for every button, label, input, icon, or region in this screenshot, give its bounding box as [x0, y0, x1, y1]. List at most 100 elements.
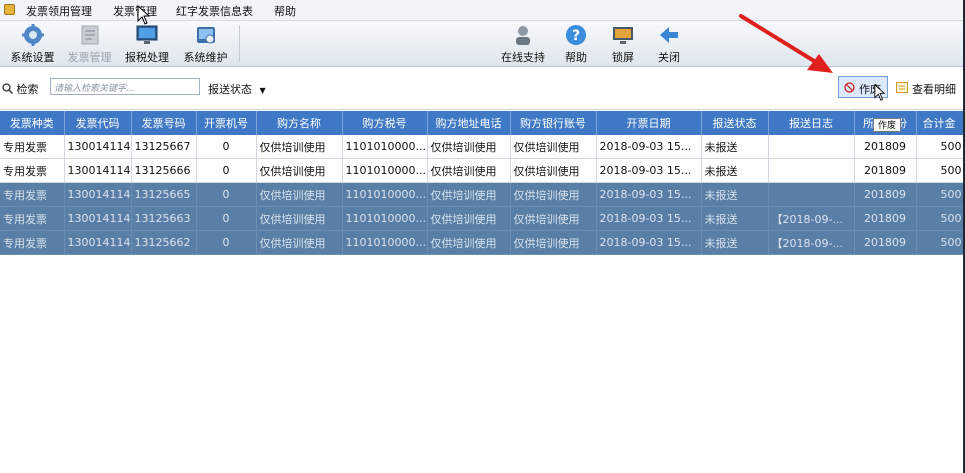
- table-cell: 0: [196, 230, 257, 255]
- col-header[interactable]: 购方银行账号: [510, 111, 597, 135]
- menu-help[interactable]: 帮助: [274, 3, 296, 19]
- search-icon: [2, 83, 14, 95]
- lock-screen-button[interactable]: 锁屏: [606, 21, 640, 66]
- view-detail-button[interactable]: 查看明细: [894, 76, 964, 98]
- col-header[interactable]: 发票种类: [0, 111, 65, 135]
- table-cell: 【2018-09-...: [768, 206, 855, 231]
- table-cell: 1101010000...: [342, 230, 428, 255]
- mouse-cursor-icon: [874, 84, 886, 101]
- table-cell: 500: [916, 158, 965, 183]
- table-cell: 13125665: [131, 182, 197, 207]
- table-cell: 1101010000...: [342, 206, 428, 231]
- table-cell: 仅供培训使用: [427, 206, 511, 231]
- table-row[interactable]: 专用发票 1300141140 13125666 0 仅供培训使用 1101010000.…: [0, 158, 965, 183]
- table-row[interactable]: 专用发票 1300141140 13125667 0 仅供培训使用 1101010000.…: [0, 135, 965, 159]
- table-cell: 1300141140: [64, 206, 132, 231]
- table-cell: 未报送: [701, 158, 769, 183]
- table-cell: 201809: [854, 206, 917, 231]
- table-cell: [768, 135, 855, 159]
- prohibit-icon: [844, 82, 855, 93]
- table-cell: 13125666: [131, 158, 197, 183]
- table-row[interactable]: 专用发票 1300141140 13125663 0 仅供培训使用 1101010000.…: [0, 206, 965, 231]
- table-cell: 0: [196, 206, 257, 231]
- table-cell: 专用发票: [0, 206, 65, 231]
- table-cell: 1101010000...: [342, 135, 428, 159]
- system-settings-label: 系统设置: [10, 51, 55, 64]
- table-cell: 仅供培训使用: [256, 206, 343, 231]
- help-button[interactable]: ? 帮助: [559, 21, 593, 66]
- table-cell: 0: [196, 158, 257, 183]
- table-row[interactable]: 专用发票 1300141140 13125665 0 仅供培训使用 1101010000.…: [0, 182, 965, 207]
- invoice-icon: [81, 25, 98, 45]
- system-settings-button[interactable]: 系统设置: [5, 21, 60, 66]
- online-support-button[interactable]: 在线支持: [497, 21, 549, 66]
- table-cell: [768, 182, 855, 207]
- tax-report-button[interactable]: 报税处理: [120, 21, 174, 66]
- col-header[interactable]: 发票代码: [64, 111, 132, 135]
- table-cell: 1300141140: [64, 182, 132, 207]
- table-cell: 仅供培训使用: [256, 135, 343, 159]
- close-button[interactable]: 关闭: [652, 21, 686, 66]
- view-detail-label: 查看明细: [912, 83, 956, 96]
- col-header[interactable]: 购方地址电话: [427, 111, 511, 135]
- maintenance-icon: [196, 27, 215, 44]
- online-support-label: 在线支持: [501, 51, 545, 64]
- table-cell: 0: [196, 135, 257, 159]
- system-maintenance-button[interactable]: 系统维护: [178, 21, 233, 66]
- col-header[interactable]: 开票机号: [196, 111, 257, 135]
- table-cell: 2018-09-03 15...: [596, 158, 702, 183]
- table-cell: 500: [916, 135, 965, 159]
- table-cell: 201809: [854, 158, 917, 183]
- table-cell: 2018-09-03 15...: [596, 182, 702, 207]
- col-header[interactable]: 合计金: [916, 111, 965, 135]
- monitor-icon: [136, 25, 158, 44]
- close-label: 关闭: [658, 51, 680, 64]
- table-cell: 2018-09-03 15...: [596, 135, 702, 159]
- table-cell: 专用发票: [0, 230, 65, 255]
- table-cell: 1300141140: [64, 135, 132, 159]
- table-cell: 未报送: [701, 135, 769, 159]
- table-cell: 仅供培训使用: [510, 230, 597, 255]
- search-input[interactable]: 请输入检索关键字...: [50, 78, 200, 95]
- table-cell: 专用发票: [0, 158, 65, 183]
- table-cell: 仅供培训使用: [427, 135, 511, 159]
- table-cell: 1101010000...: [342, 182, 428, 207]
- table-cell: 仅供培训使用: [256, 230, 343, 255]
- system-maintenance-label: 系统维护: [183, 51, 228, 64]
- table-cell: 仅供培训使用: [510, 182, 597, 207]
- toolbar-divider: [239, 25, 240, 62]
- app-window: 发票领用管理 发票管理 红字发票信息表 帮助 系统设置 发票管理 报税处理 系统…: [0, 0, 965, 473]
- col-header[interactable]: 开票日期: [596, 111, 702, 135]
- status-filter-dropdown[interactable]: 报送状态 ▼: [208, 81, 266, 97]
- annotation-arrow: [739, 14, 833, 73]
- col-header[interactable]: 购方税号: [342, 111, 428, 135]
- chevron-down-icon: ▼: [259, 86, 266, 95]
- menu-invoice-issue[interactable]: 发票领用管理: [26, 3, 92, 19]
- lock-screen-icon: [613, 27, 633, 44]
- table-row[interactable]: 专用发票 1300141140 13125662 0 仅供培训使用 1101010000.…: [0, 230, 965, 255]
- table-cell: 仅供培训使用: [256, 158, 343, 183]
- table-cell: 未报送: [701, 206, 769, 231]
- close-arrow-icon: [660, 27, 678, 43]
- menu-red-invoice[interactable]: 红字发票信息表: [176, 3, 253, 19]
- table-cell: 0: [196, 182, 257, 207]
- void-tooltip: 作废: [873, 118, 901, 132]
- status-filter-label: 报送状态: [208, 83, 252, 96]
- table-cell: 500: [916, 206, 965, 231]
- invoice-manage-button: 发票管理: [62, 21, 117, 66]
- col-header[interactable]: 报送日志: [768, 111, 855, 135]
- table-cell: [768, 158, 855, 183]
- table-cell: 未报送: [701, 182, 769, 207]
- table-cell: 13125667: [131, 135, 197, 159]
- invoice-manage-label: 发票管理: [67, 51, 112, 64]
- table-cell: 未报送: [701, 230, 769, 255]
- col-header[interactable]: 购方名称: [256, 111, 343, 135]
- col-header[interactable]: 报送状态: [701, 111, 769, 135]
- help-label: 帮助: [565, 51, 587, 64]
- table-cell: 专用发票: [0, 135, 65, 159]
- table-cell: 仅供培训使用: [510, 158, 597, 183]
- svg-text:?: ?: [572, 28, 580, 44]
- invoice-table: 发票种类 发票代码 发票号码 开票机号 购方名称 购方税号 购方地址电话 购方银…: [0, 111, 965, 255]
- col-header[interactable]: 发票号码: [131, 111, 197, 135]
- table-cell: 仅供培训使用: [510, 206, 597, 231]
